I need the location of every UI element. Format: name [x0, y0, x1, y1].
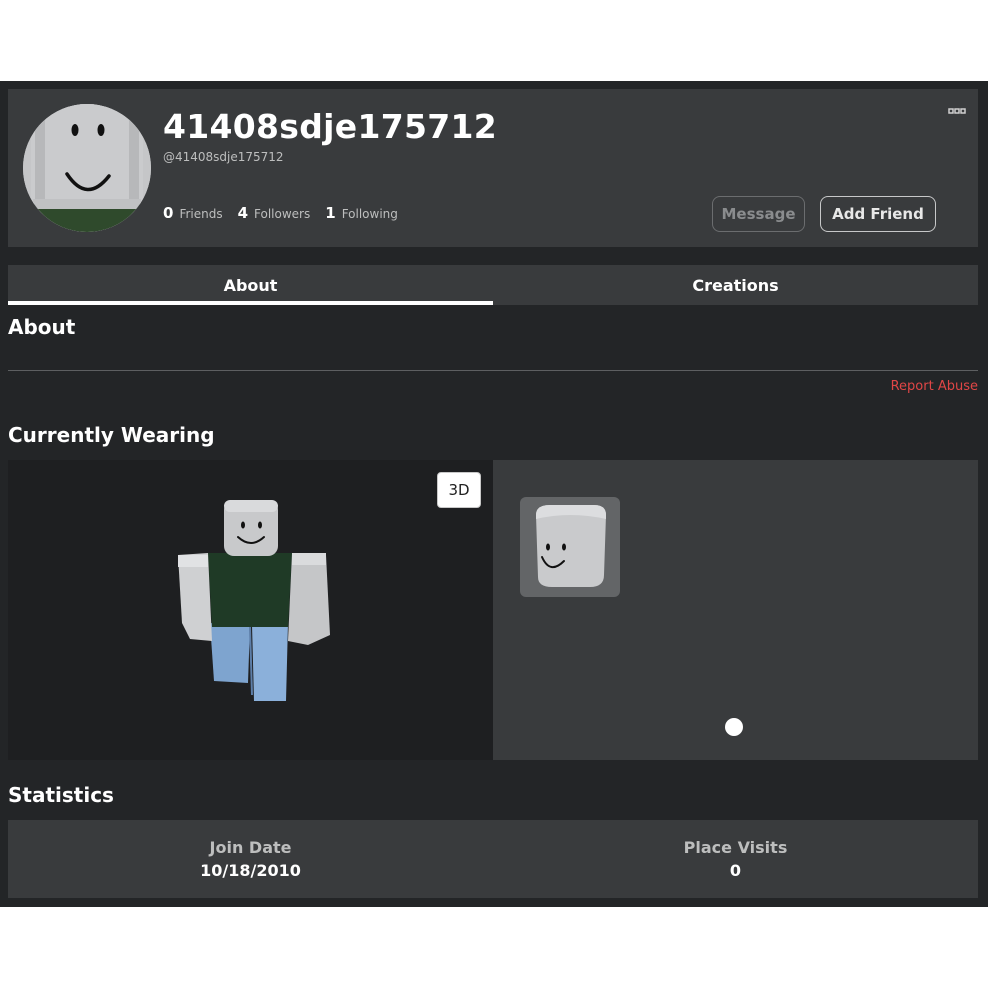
place-visits-label: Place Visits — [683, 838, 788, 857]
add-friend-button[interactable]: Add Friend — [820, 196, 936, 232]
ellipsis-icon[interactable] — [948, 101, 966, 114]
toggle-3d-button[interactable]: 3D — [437, 472, 481, 508]
report-abuse-link[interactable]: Report Abuse — [891, 379, 978, 394]
profile-tabs: About Creations — [8, 265, 978, 305]
item-card[interactable] — [520, 497, 620, 597]
statistics-heading: Statistics — [8, 783, 114, 807]
place-visits-stat: Place Visits 0 — [493, 820, 978, 898]
statistics-panel: Join Date 10/18/2010 Place Visits 0 — [8, 820, 978, 898]
place-visits-value: 0 — [729, 861, 742, 880]
currently-wearing-heading: Currently Wearing — [8, 423, 215, 447]
friends-count[interactable]: 0 — [163, 204, 173, 222]
join-date-stat: Join Date 10/18/2010 — [8, 820, 493, 898]
avatar[interactable] — [23, 104, 151, 232]
wearing-items-panel — [493, 460, 978, 760]
tab-about[interactable]: About — [8, 265, 493, 305]
message-button[interactable]: Message — [712, 196, 805, 232]
username: @41408sdje175712 — [163, 150, 284, 164]
join-date-label: Join Date — [209, 838, 292, 857]
tab-creations[interactable]: Creations — [493, 265, 978, 305]
join-date-value: 10/18/2010 — [200, 861, 301, 880]
display-name: 41408sdje175712 — [163, 107, 498, 146]
following-count[interactable]: 1 — [325, 204, 335, 222]
avatar-figure-icon — [178, 500, 330, 701]
divider — [8, 370, 978, 371]
social-stats: 0 Friends 4 Followers 1 Following — [163, 204, 413, 222]
following-label[interactable]: Following — [342, 207, 398, 221]
about-heading: About — [8, 315, 76, 339]
profile-page: 41408sdje175712 @41408sdje175712 0 Frien… — [0, 81, 988, 907]
avatar-viewer[interactable]: 3D — [8, 460, 493, 760]
friends-label[interactable]: Friends — [179, 207, 222, 221]
smiley-head-icon — [536, 505, 606, 587]
followers-count[interactable]: 4 — [238, 204, 248, 222]
followers-label[interactable]: Followers — [254, 207, 310, 221]
profile-header: 41408sdje175712 @41408sdje175712 0 Frien… — [8, 89, 978, 247]
carousel-dot[interactable] — [725, 718, 743, 736]
avatar-headshot-icon — [23, 104, 151, 232]
